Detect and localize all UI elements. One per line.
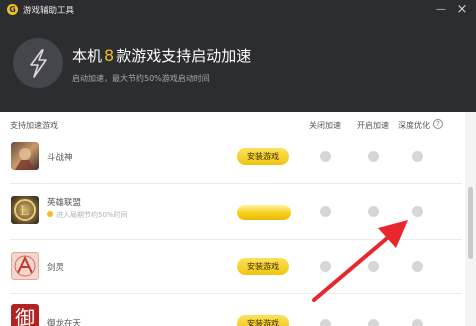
install-game-button[interactable]: 安装游戏 (237, 258, 289, 275)
app-logo-icon: G (7, 4, 18, 15)
game-helper-window: G 游戏辅助工具 — × 本机 8 款游戏支持启动加速 启动加速，最大节约50%游戏… (0, 0, 476, 326)
app-title: 游戏辅助工具 (23, 6, 75, 16)
minimize-button[interactable]: — (434, 3, 448, 17)
hero-title: 本机 8 款游戏支持启动加速 (72, 45, 251, 66)
install-game-button[interactable]: 安装游戏 (237, 148, 289, 165)
hero-subtitle: 启动加速，最大节约50%游戏启动时间 (72, 74, 210, 83)
game-thumbnail (11, 252, 39, 280)
column-game-label: 支持加速游戏 (10, 121, 58, 130)
close-accel-radio[interactable] (320, 151, 331, 162)
close-button[interactable]: × (455, 3, 469, 17)
red-arrow-annotation (312, 220, 408, 302)
column-open-label: 开启加速 (357, 121, 389, 130)
column-deep-label: 深度优化 (398, 121, 430, 130)
game-thumbnail: 御 (11, 304, 39, 326)
game-thumbnail: L (11, 196, 39, 224)
column-header: 支持加速游戏 关闭加速 开启加速 深度优化 ? (0, 112, 476, 138)
game-note-text: 进入局期节约50%时间 (56, 211, 128, 219)
open-accel-radio[interactable] (368, 319, 379, 326)
hero-game-count: 8 (104, 46, 115, 65)
hero-title-prefix: 本机 (72, 47, 103, 65)
list-item: 斗战神 安装游戏 (0, 138, 462, 184)
header: G 游戏辅助工具 — × 本机 8 款游戏支持启动加速 启动加速，最大节约50%游戏… (0, 0, 476, 112)
scrollbar-thumb[interactable] (468, 187, 473, 259)
close-accel-radio[interactable] (320, 319, 331, 326)
installing-progress-button[interactable] (237, 205, 291, 220)
open-accel-radio[interactable] (368, 151, 379, 162)
game-name: 英雄联盟 (47, 198, 82, 208)
scrollbar[interactable] (465, 112, 476, 326)
game-thumbnail (11, 142, 39, 170)
svg-text:L: L (20, 204, 29, 219)
game-name: 斗战神 (47, 153, 73, 163)
deep-optimize-radio[interactable] (412, 151, 423, 162)
help-icon[interactable]: ? (433, 119, 443, 129)
hero-title-suffix: 款游戏支持启动加速 (116, 47, 252, 65)
titlebar: G 游戏辅助工具 — × (0, 0, 476, 20)
lightning-icon (13, 38, 63, 88)
game-name: 剑灵 (47, 263, 65, 273)
install-game-button[interactable]: 安装游戏 (237, 315, 289, 326)
deep-optimize-radio[interactable] (412, 319, 423, 326)
game-note: 进入局期节约50%时间 (47, 210, 128, 220)
game-name: 御龙在天 (47, 319, 82, 326)
column-close-label: 关闭加速 (309, 121, 341, 130)
dot-icon (47, 211, 53, 217)
